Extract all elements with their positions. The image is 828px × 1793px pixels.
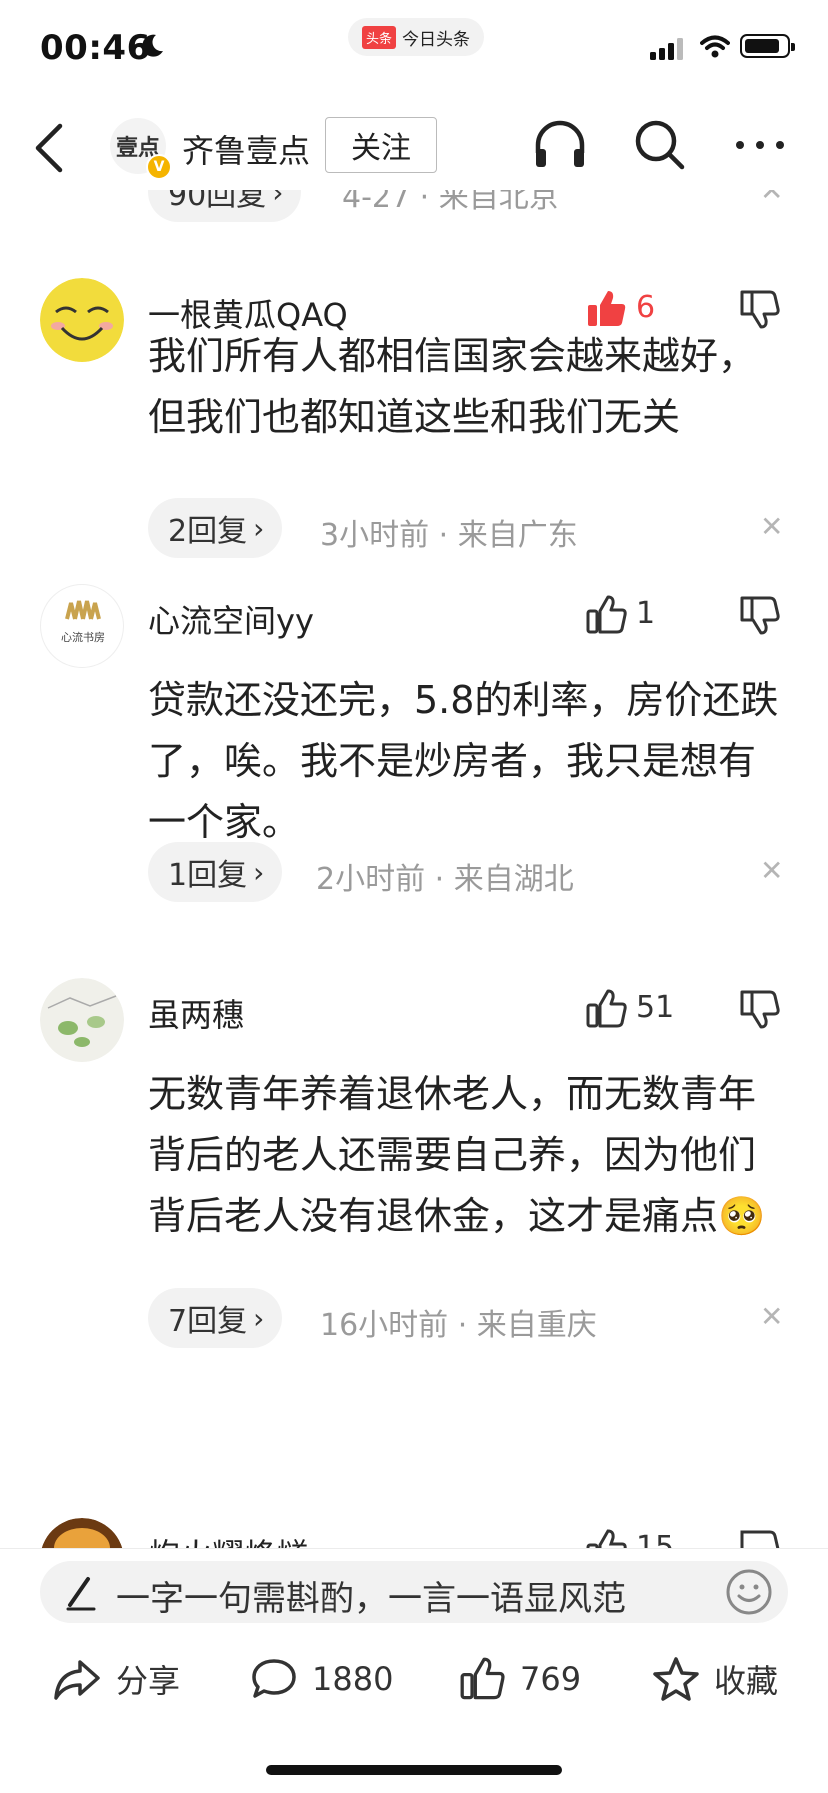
follow-button[interactable]: 关注	[325, 117, 437, 173]
emoji-icon[interactable]	[724, 1567, 774, 1617]
close-icon[interactable]: ✕	[760, 510, 783, 543]
share-icon	[54, 1660, 100, 1700]
home-indicator[interactable]	[266, 1765, 562, 1775]
thumbs-down-icon[interactable]	[738, 594, 780, 636]
favorite-button[interactable]: 收藏	[652, 1649, 778, 1709]
chevron-right-icon: ›	[253, 511, 265, 545]
comment-meta: 4-27 · 来自北京	[342, 190, 559, 215]
reply-button[interactable]: 90回复 ›	[148, 190, 302, 222]
close-icon[interactable]: ✕	[760, 1300, 783, 1333]
thumbs-up-icon	[460, 1657, 505, 1700]
share-button[interactable]: 分享	[52, 1649, 180, 1709]
like-button[interactable]: 769	[460, 1649, 581, 1709]
app-logo: 头条	[362, 25, 397, 49]
avatar[interactable]	[40, 978, 124, 1062]
signal-icon	[650, 38, 683, 60]
comment-username[interactable]: 炮火耀烽燧	[148, 1530, 308, 1548]
search-icon[interactable]	[630, 115, 690, 175]
avatar-graphic	[65, 600, 101, 620]
more-icon[interactable]	[730, 115, 790, 175]
close-icon[interactable]: ✕	[760, 190, 783, 207]
back-button[interactable]	[30, 118, 70, 178]
wifi-icon	[700, 35, 730, 58]
account-name[interactable]: 齐鲁壹点	[182, 126, 310, 172]
thumbs-down-icon[interactable]	[738, 988, 780, 1030]
like-count: 1	[636, 596, 656, 631]
verified-badge-icon: V	[146, 154, 172, 180]
thumbs-up-icon[interactable]	[586, 594, 628, 636]
chevron-right-icon: ›	[272, 190, 284, 209]
like-count: 15	[636, 1530, 675, 1548]
reply-count: 7回复	[168, 1304, 248, 1339]
share-label: 分享	[116, 1662, 181, 1700]
like-count: 6	[636, 290, 656, 325]
reply-count: 2回复	[168, 514, 248, 549]
comment-username[interactable]: 虽两穗	[148, 990, 244, 1036]
reply-button[interactable]: 1回复 ›	[148, 842, 283, 902]
thumbs-down-icon[interactable]	[738, 288, 780, 330]
status-time: 00:46	[40, 28, 151, 68]
headphones-icon[interactable]	[530, 115, 590, 175]
comment-icon	[252, 1659, 296, 1698]
reply-button[interactable]: 2回复 ›	[148, 498, 283, 558]
like-count: 51	[636, 990, 675, 1025]
chevron-right-icon: ›	[253, 855, 265, 889]
avatar[interactable]	[40, 278, 124, 362]
comment-count: 1880	[312, 1660, 394, 1698]
avatar[interactable]: 心流书房	[40, 584, 124, 668]
thumbs-up-icon[interactable]	[586, 1528, 628, 1548]
comment-input-placeholder: 一字一句需斟酌，一言一语显风范	[116, 1579, 626, 1619]
moon-icon	[142, 34, 163, 57]
thumbs-down-icon[interactable]	[738, 1528, 780, 1548]
favorite-label: 收藏	[714, 1662, 779, 1700]
pen-icon	[66, 1577, 96, 1611]
comment-list[interactable]: 90回复 › 4-27 · 来自北京 ✕ 一根黄瓜QAQ 6 我们所有人都相信国家…	[0, 190, 828, 1548]
battery-icon	[740, 34, 795, 58]
avatar[interactable]	[40, 1518, 124, 1548]
reply-button[interactable]: 7回复 ›	[148, 1288, 283, 1348]
comment-text: 我们所有人都相信国家会越来越好，但我们也都知道这些和我们无关	[148, 334, 757, 439]
close-icon[interactable]: ✕	[760, 854, 783, 887]
comment-username[interactable]: 心流空间yy	[148, 596, 314, 642]
comment-meta: 16小时前 · 来自重庆	[320, 1308, 597, 1343]
app-name: 今日头条	[402, 29, 471, 50]
reply-count: 1回复	[168, 858, 248, 893]
like-count: 769	[520, 1660, 582, 1698]
thumbs-up-icon[interactable]	[586, 288, 628, 330]
app-indicator-pill[interactable]: 头条 今日头条	[348, 18, 485, 56]
comment-meta: 2小时前 · 来自湖北	[316, 862, 574, 897]
chevron-right-icon: ›	[253, 1301, 265, 1335]
reply-count: 90回复	[168, 190, 267, 213]
comment-text: 无数青年养着退休老人，而无数青年背后的老人还需要自己养，因为他们背后老人没有退休…	[148, 1072, 766, 1238]
star-icon	[653, 1657, 699, 1701]
comment-text: 贷款还没还完，5.8的利率，房价还跌了，唉。我不是炒房者，我只是想有一个家。	[148, 678, 779, 844]
comment-input[interactable]: 一字一句需斟酌，一言一语显风范	[40, 1561, 788, 1623]
thumbs-up-icon[interactable]	[586, 988, 628, 1030]
avatar-text: 心流书房	[61, 631, 105, 644]
bottom-toolbar: 一字一句需斟酌，一言一语显风范 分享 1880 769 收藏	[0, 1548, 828, 1793]
comment-meta: 3小时前 · 来自广东	[320, 518, 578, 553]
comment-button[interactable]: 1880	[250, 1649, 393, 1709]
